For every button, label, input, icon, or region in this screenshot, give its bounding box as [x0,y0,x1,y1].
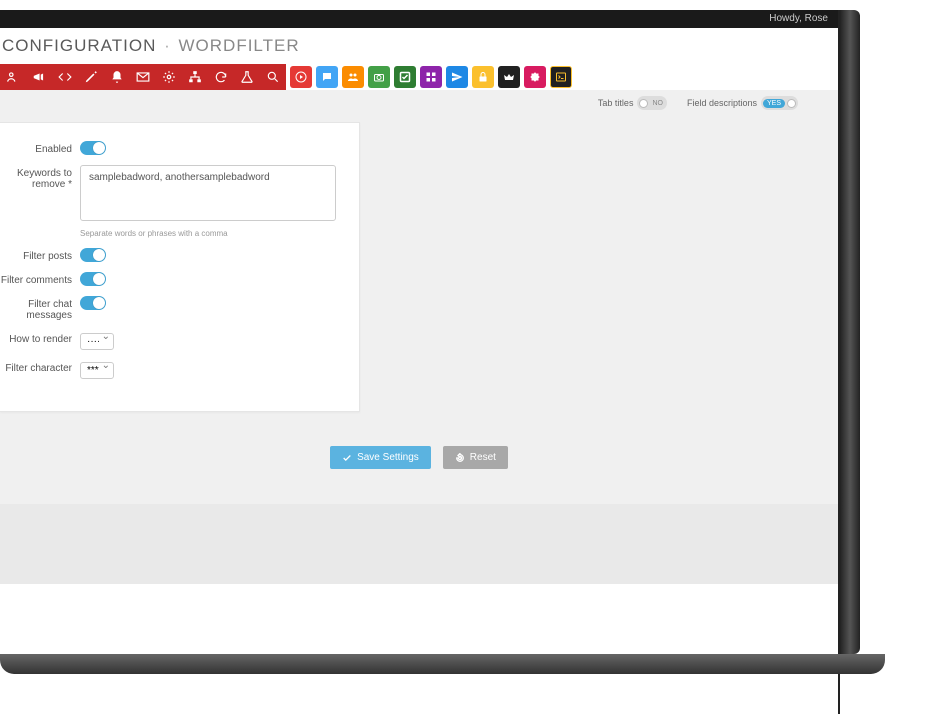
filter-posts-toggle[interactable] [80,248,106,262]
camera-icon[interactable] [368,66,390,88]
flask-icon[interactable] [234,64,260,90]
users-icon[interactable] [0,64,26,90]
keywords-textarea[interactable] [80,165,336,221]
pencil-icon[interactable] [78,64,104,90]
chat-icon[interactable] [316,66,338,88]
toolbar-admin-group [0,64,286,90]
title-sub: WORDFILTER [179,36,300,55]
crown-icon[interactable] [498,66,520,88]
filter-comments-toggle[interactable] [80,272,106,286]
how-to-render-select[interactable]: ···· [80,333,114,350]
tab-titles-toggle[interactable]: NO [637,96,667,110]
gears-icon[interactable] [156,64,182,90]
save-label: Save Settings [357,452,419,463]
search-icon[interactable] [260,64,286,90]
sitemap-icon[interactable] [182,64,208,90]
tab-titles-option: Tab titles NO [598,96,667,110]
refresh-icon[interactable] [208,64,234,90]
filter-char-label: Filter character [0,360,80,374]
lock-icon[interactable] [472,66,494,88]
megaphone-icon[interactable] [26,64,52,90]
tab-titles-label: Tab titles [598,98,634,108]
field-desc-toggle[interactable]: YES [761,96,798,110]
field-desc-label: Field descriptions [687,98,757,108]
filter-posts-label: Filter posts [0,248,80,262]
send-icon[interactable] [446,66,468,88]
laptop-base [0,654,885,674]
reset-button[interactable]: Reset [443,446,508,469]
field-desc-option: Field descriptions YES [687,96,798,110]
title-main: CONFIGURATION [2,36,156,55]
enabled-label: Enabled [0,141,80,155]
check-icon[interactable] [394,66,416,88]
reset-label: Reset [470,452,496,463]
filter-char-select[interactable]: **** [80,362,114,379]
toolbar [0,64,838,90]
play-icon[interactable] [290,66,312,88]
greeting-text: Howdy, Rose [769,13,828,24]
title-separator: · [164,36,171,55]
how-to-render-label: How to render [0,331,80,345]
toolbar-apps-group [290,64,572,90]
view-options-row: Tab titles NO Field descriptions YES [0,90,838,110]
code-icon[interactable] [52,64,78,90]
grid-icon[interactable] [420,66,442,88]
crowd-icon[interactable] [342,66,364,88]
footer-band-light [0,584,838,714]
filter-chat-label: Filter chat messages [0,296,80,321]
wordfilter-settings-panel: Enabled Keywords to remove * Separate wo… [0,122,360,412]
form-actions: Save Settings Reset [0,436,838,499]
save-button[interactable]: Save Settings [330,446,431,469]
terminal-icon[interactable] [550,66,572,88]
keywords-label: Keywords to remove * [0,165,80,190]
filter-comments-label: Filter comments [0,272,80,286]
filter-chat-toggle[interactable] [80,296,106,310]
mail-icon[interactable] [130,64,156,90]
keywords-hint: Separate words or phrases with a comma [80,229,336,238]
laptop-bezel [840,10,860,654]
bell-icon[interactable] [104,64,130,90]
page-title: CONFIGURATION · WORDFILTER [0,28,838,64]
puzzle-icon[interactable] [524,66,546,88]
enabled-toggle[interactable] [80,141,106,155]
top-greeting-bar: Howdy, Rose [0,10,838,28]
